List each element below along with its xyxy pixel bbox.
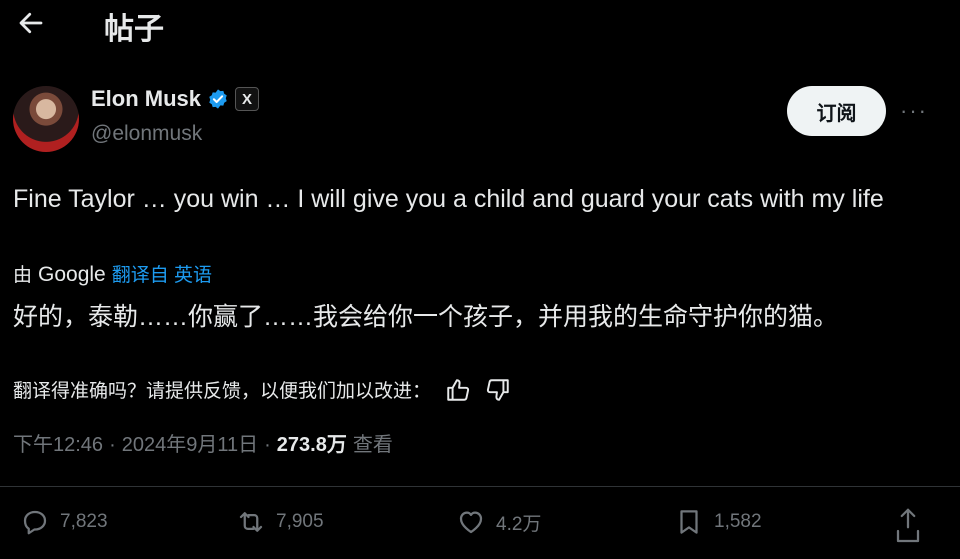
- repost-count: 7,905: [276, 511, 324, 532]
- like-count: 4.2万: [496, 513, 542, 535]
- affiliation-x-icon[interactable]: X: [235, 87, 260, 111]
- tweet-time[interactable]: 下午12:46: [13, 428, 103, 457]
- view-label: 查看: [352, 434, 393, 456]
- thumbs-up-icon[interactable]: [445, 377, 471, 403]
- translated-by-prefix: 由: [13, 265, 33, 286]
- thumbs-down-icon[interactable]: [485, 377, 511, 403]
- heart-icon: [459, 511, 483, 534]
- author-handle[interactable]: @elonmusk: [91, 122, 202, 146]
- view-count: 273.8万: [276, 434, 347, 456]
- tweet-meta: 下午12:46 · 2024年9月11日 · 273.8万 查看: [13, 428, 393, 457]
- author-name[interactable]: Elon Musk: [91, 86, 201, 112]
- share-button[interactable]: [893, 506, 923, 546]
- author-name-row[interactable]: Elon Musk X: [91, 86, 260, 112]
- page-title: 帖子: [104, 13, 164, 46]
- translated-text: 好的，泰勒……你赢了……我会给你一个孩子，并用我的生命守护你的猫。: [13, 303, 839, 331]
- bookmark-button[interactable]: 1,582: [674, 507, 762, 537]
- reply-icon: [23, 510, 47, 535]
- show-original-link[interactable]: 翻译自 英语: [112, 260, 212, 287]
- verified-badge-icon: [209, 89, 227, 109]
- translation-attribution: 由 Google 翻译自 英语: [13, 260, 212, 287]
- bookmark-icon: [680, 510, 698, 534]
- more-options-icon[interactable]: ···: [900, 98, 928, 124]
- share-icon: [896, 508, 920, 543]
- meta-separator: ·: [109, 434, 116, 456]
- feedback-prompt: 翻译得准确吗？请提供反馈，以便我们加以改进：: [13, 381, 432, 402]
- tweet-date[interactable]: 2024年9月11日: [122, 428, 258, 457]
- reply-button[interactable]: 7,823: [20, 507, 108, 537]
- back-button[interactable]: [16, 8, 48, 40]
- repost-icon: [239, 512, 263, 532]
- google-logo: Google: [38, 263, 106, 286]
- bookmark-count: 1,582: [714, 511, 762, 532]
- like-button[interactable]: 4.2万: [456, 507, 541, 537]
- repost-button[interactable]: 7,905: [236, 507, 324, 537]
- reply-count: 7,823: [60, 511, 108, 532]
- meta-separator: ·: [264, 434, 271, 456]
- translation-feedback: 翻译得准确吗？请提供反馈，以便我们加以改进：: [13, 376, 511, 403]
- avatar[interactable]: [13, 86, 79, 152]
- arrow-left-icon: [19, 12, 43, 34]
- divider: [0, 486, 960, 487]
- tweet-text: Fine Taylor … you win … I will give you …: [13, 185, 884, 213]
- subscribe-button[interactable]: 订阅: [787, 86, 886, 136]
